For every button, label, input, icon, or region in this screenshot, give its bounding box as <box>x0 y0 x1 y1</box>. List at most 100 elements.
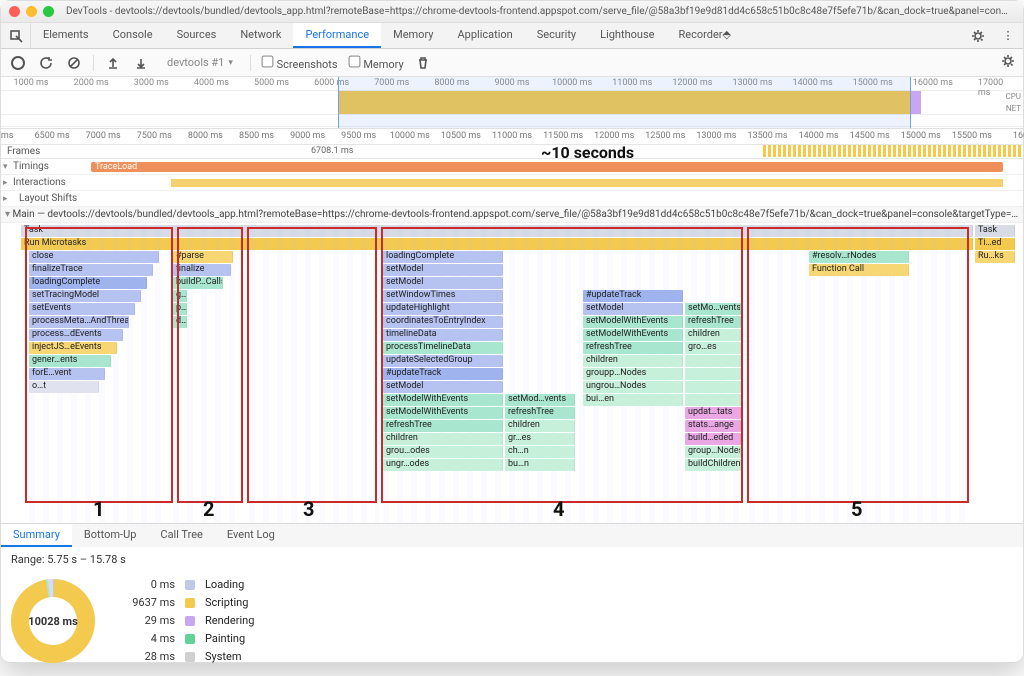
tab-summary[interactable]: Summary <box>1 524 72 547</box>
tab-event-log[interactable]: Event Log <box>215 524 287 547</box>
flame-frame[interactable]: setModelWithEvents <box>583 329 683 341</box>
flame-frame[interactable]: setModelWithEvents <box>383 407 503 419</box>
flame-frame[interactable]: timelineData <box>383 329 503 341</box>
flame-frame[interactable]: groupp…Nodes <box>583 368 683 380</box>
maximize-icon[interactable] <box>43 6 54 17</box>
clear-button[interactable] <box>65 54 83 72</box>
flame-frame[interactable]: bu…n <box>505 459 575 471</box>
flame-frame[interactable]: g… <box>173 290 187 302</box>
flame-frame[interactable]: updateSelectedGroup <box>383 355 503 367</box>
flame-frame[interactable]: #resolv…rNodes <box>809 251 909 263</box>
flame-frame[interactable]: setModel <box>383 381 503 393</box>
flame-frame[interactable] <box>685 368 741 380</box>
screenshots-checkbox[interactable]: Screenshots <box>261 55 338 71</box>
flame-frame[interactable]: finalizeTrace <box>29 264 153 276</box>
flame-frame[interactable]: setEvents <box>29 303 135 315</box>
window-controls[interactable] <box>9 6 54 17</box>
minimize-icon[interactable] <box>26 6 37 17</box>
panel-settings-icon[interactable] <box>1001 54 1015 71</box>
flame-frame[interactable]: updat…tats <box>685 407 741 419</box>
download-icon[interactable] <box>132 54 150 72</box>
flame-ruler[interactable]: 00 ms6500 ms7000 ms7500 ms8000 ms8500 ms… <box>1 129 1023 145</box>
flame-frame[interactable]: #updateTrack <box>583 290 683 302</box>
tab-elements[interactable]: Elements <box>31 23 101 48</box>
tab-call-tree[interactable]: Call Tree <box>148 524 214 547</box>
flame-frame[interactable]: #parse <box>173 251 233 263</box>
flame-frame[interactable]: Function Call <box>809 264 909 276</box>
gear-icon[interactable] <box>963 23 993 48</box>
flame-frame[interactable]: d… <box>173 316 187 328</box>
flame-frame[interactable]: ungr…odes <box>383 459 503 471</box>
flame-frame[interactable]: stats…ange <box>685 420 741 432</box>
flame-frame[interactable]: loadingComplete <box>29 277 147 289</box>
tab-sources[interactable]: Sources <box>165 23 229 48</box>
memory-checkbox[interactable]: Memory <box>348 55 404 71</box>
flame-frame[interactable]: process…dEvents <box>29 329 123 341</box>
flame-frame[interactable]: p… <box>173 303 187 315</box>
upload-icon[interactable] <box>104 54 122 72</box>
flame-frame[interactable]: gener…ents <box>29 355 111 367</box>
profile-selector[interactable]: devtools #1 <box>160 53 240 72</box>
flame-frame[interactable]: group…Nodes <box>685 446 741 458</box>
tab-network[interactable]: Network <box>228 23 293 48</box>
flame-frame[interactable]: refreshTree <box>505 407 575 419</box>
flame-frame[interactable]: refreshTree <box>685 316 741 328</box>
flame-frame[interactable]: finalize <box>173 264 231 276</box>
flame-frame[interactable]: gro…es <box>685 342 741 354</box>
flame-frame[interactable] <box>685 355 741 367</box>
flame-frame[interactable] <box>685 381 741 393</box>
flame-frame[interactable]: bui…en <box>583 394 683 406</box>
tab-application[interactable]: Application <box>445 23 524 48</box>
flame-frame[interactable]: #updateTrack <box>383 368 503 380</box>
flame-frame[interactable]: ungrou…Nodes <box>583 381 683 393</box>
flame-frame[interactable]: setWindowTimes <box>383 290 503 302</box>
close-icon[interactable] <box>9 6 20 17</box>
flame-frame[interactable]: Ru…ks <box>975 251 1015 263</box>
flame-frame[interactable]: grou…odes <box>383 446 503 458</box>
flame-frame[interactable]: processMeta…AndThreads <box>29 316 129 328</box>
flame-frame[interactable]: setMod…vents <box>505 394 575 406</box>
flame-frame[interactable]: children <box>505 420 575 432</box>
flame-frame[interactable]: o…t <box>29 381 99 393</box>
tab-console[interactable]: Console <box>101 23 165 48</box>
interaction-bar[interactable] <box>171 179 1003 187</box>
tab-lighthouse[interactable]: Lighthouse <box>588 23 666 48</box>
flame-frame[interactable]: setModelWithEvents <box>583 316 683 328</box>
flame-frame[interactable]: close <box>29 251 159 263</box>
flame-frame[interactable]: refreshTree <box>383 420 503 432</box>
overview-timeline[interactable]: 1000 ms2000 ms3000 ms4000 ms5000 ms6000 … <box>1 77 1023 129</box>
flame-frame[interactable]: setTracingModel <box>29 290 141 302</box>
tab-security[interactable]: Security <box>525 23 588 48</box>
flame-frame[interactable]: refreshTree <box>583 342 683 354</box>
layout-shifts-track[interactable]: Layout Shifts <box>1 191 1023 207</box>
overview-selection[interactable] <box>338 77 910 128</box>
flame-frame[interactable] <box>685 394 741 406</box>
tab-bottom-up[interactable]: Bottom-Up <box>72 524 149 547</box>
flame-frame[interactable]: ch…n <box>505 446 575 458</box>
inspect-element-icon[interactable] <box>1 23 31 48</box>
flame-frame[interactable]: updateHighlight <box>383 303 503 315</box>
flame-frame[interactable]: children <box>583 355 683 367</box>
timings-track[interactable]: Timings TraceLoad <box>1 159 1023 175</box>
flame-frame[interactable]: buildChildren <box>685 459 741 471</box>
flame-frame[interactable]: children <box>383 433 503 445</box>
flame-frame[interactable]: forE…vent <box>29 368 105 380</box>
flame-frame[interactable]: loadingComplete <box>383 251 503 263</box>
flame-frame[interactable]: buildP…Calls <box>173 277 223 289</box>
tab-recorder[interactable]: Recorder ⬘ <box>666 23 743 48</box>
flame-frame[interactable]: setModel <box>583 303 683 315</box>
flame-frame[interactable]: processTimelineData <box>383 342 503 354</box>
flame-frame[interactable]: injectJS…eEvents <box>29 342 117 354</box>
kebab-icon[interactable]: ⋮ <box>993 23 1023 48</box>
flame-frame[interactable]: build…eded <box>685 433 741 445</box>
record-button[interactable] <box>9 54 27 72</box>
timing-traceload[interactable]: TraceLoad <box>91 162 1003 172</box>
flame-frame[interactable]: setModelWithEvents <box>383 394 503 406</box>
interactions-track[interactable]: Interactions <box>1 175 1023 191</box>
main-thread-header[interactable]: Main — devtools://devtools/bundled/devto… <box>1 207 1023 223</box>
flame-frame[interactable]: Task <box>975 225 1015 237</box>
flame-chart[interactable]: Task Run Microtasks closefinalizeTracelo… <box>1 223 1023 523</box>
flame-frame[interactable]: gr…es <box>505 433 575 445</box>
flame-frame[interactable]: setModel <box>383 277 503 289</box>
reload-record-button[interactable] <box>37 54 55 72</box>
